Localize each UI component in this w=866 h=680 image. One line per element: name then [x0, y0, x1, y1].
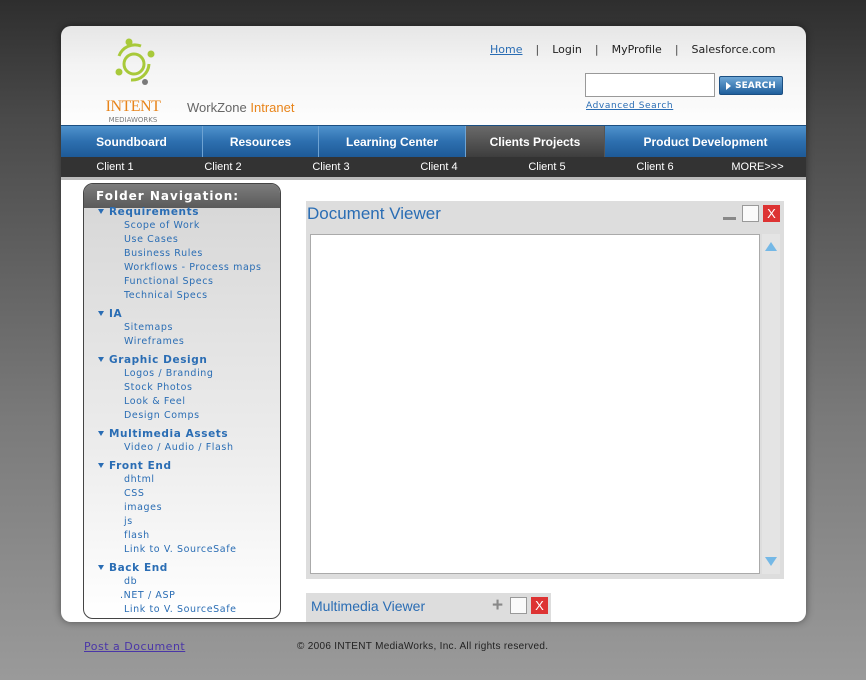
client-link-2[interactable]: Client 2 — [169, 157, 277, 177]
subnav-divider — [61, 177, 806, 180]
close-icon[interactable]: X — [531, 597, 548, 614]
tab-clients-projects[interactable]: Clients Projects — [466, 126, 605, 158]
folder-item[interactable]: Link to V. SourceSafe — [84, 604, 280, 618]
multimedia-viewer-controls: + X — [489, 595, 548, 616]
client-link-5[interactable]: Client 5 — [493, 157, 601, 177]
multimedia-viewer-title: Multimedia Viewer — [311, 598, 426, 614]
intent-logo[interactable]: INTENT MEDIAWORKS — [101, 34, 165, 132]
scroll-down-icon[interactable] — [765, 557, 777, 566]
folder-item[interactable]: Technical Specs — [84, 290, 280, 304]
triangle-down-icon — [98, 209, 104, 214]
folder-item[interactable]: CSS — [84, 488, 280, 502]
maximize-icon[interactable] — [742, 205, 759, 222]
folder-group-multimedia-assets[interactable]: Multimedia Assets — [84, 428, 280, 442]
salesforce-link[interactable]: Salesforce.com — [692, 43, 776, 56]
tab-product-development[interactable]: Product Development — [605, 126, 806, 158]
folder-item[interactable]: Look & Feel — [84, 396, 280, 410]
folder-tree: Requirements Scope of Work Use Cases Bus… — [84, 206, 280, 618]
triangle-down-icon — [98, 463, 104, 468]
triangle-down-icon — [98, 311, 104, 316]
folder-item[interactable]: Workflows - Process maps — [84, 262, 280, 276]
triangle-down-icon — [98, 565, 104, 570]
document-viewer-controls: X — [721, 205, 780, 222]
folder-group-ia[interactable]: IA — [84, 308, 280, 322]
document-scrollbar[interactable] — [762, 234, 780, 574]
client-link-4[interactable]: Client 4 — [385, 157, 493, 177]
site-title-accent: Intranet — [250, 100, 295, 115]
folder-item[interactable]: Sitemaps — [84, 322, 280, 336]
folder-item[interactable]: Wireframes — [84, 336, 280, 350]
folder-item[interactable]: Design Comps — [84, 410, 280, 424]
folder-item[interactable]: Scope of Work — [84, 220, 280, 234]
maximize-icon[interactable] — [510, 597, 527, 614]
folder-item[interactable]: Link to V. SourceSafe — [84, 544, 280, 558]
folder-item[interactable]: images — [84, 502, 280, 516]
folder-item[interactable]: flash — [84, 530, 280, 544]
folder-group-graphic-design[interactable]: Graphic Design — [84, 354, 280, 368]
document-viewer-content[interactable] — [310, 234, 760, 574]
client-link-6[interactable]: Client 6 — [601, 157, 709, 177]
folder-navigation-panel: Folder Navigation: Requirements Scope of… — [83, 183, 281, 619]
close-icon[interactable]: X — [763, 205, 780, 222]
site-title: WorkZone Intranet — [187, 100, 294, 115]
tab-soundboard[interactable]: Soundboard — [61, 126, 203, 158]
multimedia-viewer: Multimedia Viewer + X — [306, 593, 551, 622]
login-link[interactable]: Login — [552, 43, 582, 56]
client-link-3[interactable]: Client 3 — [277, 157, 385, 177]
search-button[interactable]: SEARCH — [719, 76, 783, 95]
folder-item[interactable]: Use Cases — [84, 234, 280, 248]
copyright-text: © 2006 INTENT MediaWorks, Inc. All right… — [297, 641, 549, 652]
folder-item[interactable]: dhtml — [84, 474, 280, 488]
logo-subtitle: MEDIAWORKS — [108, 116, 158, 124]
expand-plus-icon[interactable]: + — [489, 595, 506, 616]
site-title-main: WorkZone — [187, 100, 247, 115]
myprofile-link[interactable]: MyProfile — [612, 43, 662, 56]
arrow-right-icon — [726, 81, 732, 90]
client-subnav: Client 1 Client 2 Client 3 Client 4 Clie… — [61, 157, 806, 177]
more-clients-link[interactable]: MORE>>> — [709, 157, 806, 177]
folder-item[interactable]: db — [84, 576, 280, 590]
folder-item[interactable]: Business Rules — [84, 248, 280, 262]
top-links: Home | Login | MyProfile | Salesforce.co… — [490, 43, 776, 56]
post-document-link[interactable]: Post a Document — [84, 640, 185, 653]
folder-group-front-end[interactable]: Front End — [84, 460, 280, 474]
scroll-up-icon[interactable] — [765, 242, 777, 251]
search-input[interactable] — [585, 73, 715, 97]
search-button-label: SEARCH — [735, 80, 776, 91]
minimize-icon[interactable] — [721, 205, 738, 222]
logo-swirl-icon — [115, 38, 155, 85]
client-link-1[interactable]: Client 1 — [61, 157, 169, 177]
document-viewer: Document Viewer X — [306, 201, 784, 579]
folder-item[interactable]: Functional Specs — [84, 276, 280, 290]
tab-learning-center[interactable]: Learning Center — [319, 126, 466, 158]
page-frame: INTENT MEDIAWORKS WorkZone Intranet Home… — [61, 26, 806, 622]
folder-item[interactable]: js — [84, 516, 280, 530]
folder-group-back-end[interactable]: Back End — [84, 562, 280, 576]
triangle-down-icon — [98, 431, 104, 436]
folder-group-requirements[interactable]: Requirements — [84, 206, 280, 220]
logo-name: INTENT — [105, 98, 161, 115]
tab-resources[interactable]: Resources — [203, 126, 319, 158]
folder-nav-title: Folder Navigation: — [84, 184, 280, 208]
document-viewer-title: Document Viewer — [307, 204, 441, 223]
folder-item[interactable]: Logos / Branding — [84, 368, 280, 382]
folder-item[interactable]: .NET / ASP — [84, 590, 280, 604]
folder-item[interactable]: Video / Audio / Flash — [84, 442, 280, 456]
main-nav: Soundboard Resources Learning Center Cli… — [61, 125, 806, 158]
triangle-down-icon — [98, 357, 104, 362]
folder-item[interactable]: Stock Photos — [84, 382, 280, 396]
home-link[interactable]: Home — [490, 43, 522, 56]
advanced-search-link[interactable]: Advanced Search — [586, 101, 673, 111]
